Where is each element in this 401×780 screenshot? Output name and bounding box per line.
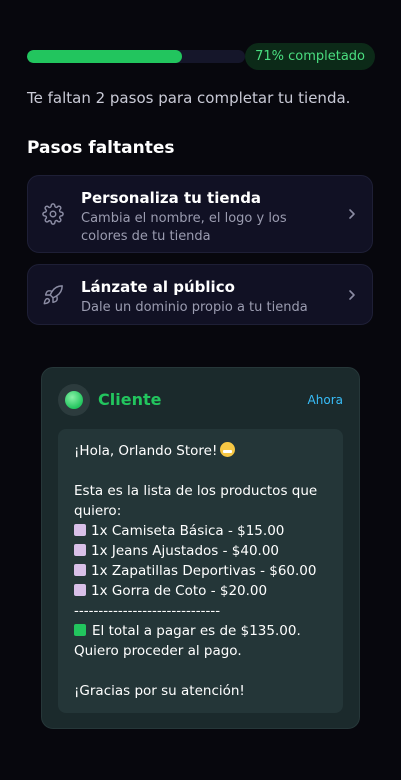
step-card-launch[interactable]: Lánzate al público Dale un dominio propi… (27, 264, 373, 325)
grimacing-emoji-icon (220, 442, 236, 457)
chevron-right-icon (349, 209, 355, 219)
chevron-right-icon (349, 289, 355, 300)
square-emoji-icon (74, 524, 86, 536)
total-text: El total a pagar es de $135.00. (92, 623, 301, 639)
intro-line: Esta es la lista de los productos que (74, 483, 318, 499)
message-time: Ahora (307, 393, 343, 407)
progress-badge: 71% completado (245, 43, 375, 70)
step-description: Dale un dominio propio a tu tienda (81, 300, 308, 315)
divider-line: ------------------------------ (74, 603, 221, 619)
step-card-personalize[interactable]: Personaliza tu tienda Cambia el nombre, … (27, 175, 373, 253)
list-item: 1x Gorra de Coto - $20.00 (74, 581, 327, 601)
square-emoji-icon (74, 544, 86, 556)
proceed-line: Quiero proceder al pago. (74, 643, 242, 659)
item-text: 1x Gorra de Coto - $20.00 (91, 583, 268, 599)
thanks-line: ¡Gracias por su atención! (74, 683, 245, 699)
sender-name: Cliente (98, 390, 162, 409)
section-title: Pasos faltantes (27, 138, 175, 158)
item-text: 1x Zapatillas Deportivas - $60.00 (91, 563, 317, 579)
greeting-line: ¡Hola, Orlando Store! (74, 441, 327, 461)
progress-bar (27, 50, 245, 63)
step-description: Cambia el nombre, el logo y los colores … (81, 211, 287, 244)
square-emoji-icon (74, 564, 86, 576)
step-title: Lánzate al público (81, 278, 235, 296)
square-emoji-icon (74, 584, 86, 596)
item-text: 1x Camiseta Básica - $15.00 (91, 523, 285, 539)
list-item: 1x Jeans Ajustados - $40.00 (74, 541, 327, 561)
progress-fill (27, 50, 182, 63)
list-item: 1x Zapatillas Deportivas - $60.00 (74, 561, 327, 581)
total-line: El total a pagar es de $135.00. (74, 621, 327, 641)
remaining-steps-text: Te faltan 2 pasos para completar tu tien… (27, 89, 351, 107)
avatar (58, 384, 90, 416)
rocket-icon (43, 284, 63, 304)
chat-message-card: Cliente Ahora ¡Hola, Orlando Store! Esta… (41, 367, 360, 729)
avatar-icon (65, 391, 83, 409)
step-title: Personaliza tu tienda (81, 189, 262, 207)
item-text: 1x Jeans Ajustados - $40.00 (91, 543, 280, 559)
message-bubble: ¡Hola, Orlando Store! Esta es la lista d… (58, 429, 343, 713)
intro-line: quiero: (74, 503, 122, 519)
list-item: 1x Camiseta Básica - $15.00 (74, 521, 327, 541)
progress-section: 71% completado (27, 43, 375, 71)
greeting-text: ¡Hola, Orlando Store! (74, 443, 218, 459)
green-square-emoji-icon (74, 624, 86, 636)
gear-icon (42, 203, 64, 225)
